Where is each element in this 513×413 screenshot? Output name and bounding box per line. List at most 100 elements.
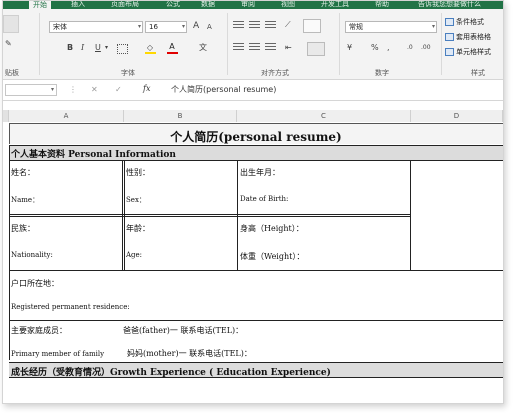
mother-contact[interactable]: 妈妈(mother)一 联系电话(TEL)： bbox=[127, 348, 252, 359]
chevron-down-icon[interactable]: ▾ bbox=[182, 22, 185, 32]
font-color-icon[interactable]: A bbox=[167, 42, 178, 54]
chevron-down-icon[interactable]: ▾ bbox=[51, 86, 54, 93]
chevron-down-icon[interactable]: ▾ bbox=[105, 43, 108, 53]
column-header-c[interactable]: C bbox=[237, 110, 411, 122]
ribbon-home: ✎ 贴板 宋体 ▾ 16 ▾ A A B I U ▾ ◇ A 文 字体 ⟋ ⇤ … bbox=[3, 9, 503, 80]
tab-home[interactable]: 开始 bbox=[29, 1, 51, 9]
age-label-en[interactable]: Age: bbox=[126, 251, 142, 259]
comma-button[interactable]: , bbox=[387, 43, 390, 53]
chevron-down-icon[interactable]: ▾ bbox=[432, 22, 435, 32]
resume-title[interactable]: 个人简历(personal resume) bbox=[9, 128, 503, 145]
border-line bbox=[9, 145, 10, 360]
align-right-icon[interactable] bbox=[265, 43, 276, 52]
number-format-value: 常规 bbox=[349, 23, 363, 31]
dob-label-cn[interactable]: 出生年月： bbox=[240, 167, 280, 178]
excel-window: 开始 插入 页面布局 公式 数据 审阅 视图 开发工具 帮助 告诉我您想要做什么… bbox=[2, 0, 504, 404]
enter-check-icon[interactable]: ✓ bbox=[115, 85, 122, 94]
align-bottom-icon[interactable] bbox=[265, 21, 276, 30]
dob-label-en[interactable]: Date of Birth: bbox=[240, 195, 288, 203]
shrink-font-button[interactable]: A bbox=[207, 22, 212, 32]
section-personal-info[interactable]: 个人基本资料 Personal Information bbox=[11, 147, 176, 160]
nationality-label-en[interactable]: Nationality: bbox=[11, 251, 53, 259]
conditional-format-icon bbox=[445, 18, 454, 26]
orientation-icon[interactable]: ⟋ bbox=[285, 20, 291, 30]
borders-icon[interactable] bbox=[117, 44, 128, 54]
name-label-cn[interactable]: 姓名： bbox=[11, 167, 35, 178]
father-contact[interactable]: 爸爸(father)一 联系电话(TEL)： bbox=[123, 325, 243, 336]
font-size-combobox[interactable]: 16 ▾ bbox=[145, 21, 187, 33]
chevron-down-icon[interactable]: ▾ bbox=[138, 22, 141, 32]
group-divider bbox=[227, 13, 228, 75]
residence-label-en[interactable]: Registered permanent residence: bbox=[11, 303, 130, 311]
tab-page-layout[interactable]: 页面布局 bbox=[111, 1, 139, 8]
group-label-font: 字体 bbox=[121, 69, 135, 77]
formula-bar: ▾ ⋮ ✕ ✓ fx 个人简历(personal resume) bbox=[3, 80, 503, 101]
group-divider bbox=[39, 13, 40, 75]
border-line bbox=[9, 320, 503, 321]
cancel-icon[interactable]: ✕ bbox=[91, 85, 98, 94]
column-header-a[interactable]: A bbox=[9, 110, 124, 122]
border-line bbox=[122, 160, 123, 270]
sex-label-cn[interactable]: 性别： bbox=[126, 167, 150, 178]
decrease-decimal-icon[interactable]: .00 bbox=[421, 43, 431, 53]
formula-input[interactable]: 个人简历(personal resume) bbox=[171, 84, 276, 95]
tab-view[interactable]: 视图 bbox=[281, 1, 295, 8]
residence-label-cn[interactable]: 户口所在地： bbox=[11, 278, 59, 289]
tell-me-search[interactable]: 告诉我您想要做什么 bbox=[418, 1, 481, 8]
tab-formulas[interactable]: 公式 bbox=[166, 1, 180, 8]
tab-review[interactable]: 审阅 bbox=[241, 1, 255, 8]
border-line bbox=[237, 160, 238, 270]
tab-insert[interactable]: 插入 bbox=[71, 1, 85, 8]
font-name-combobox[interactable]: 宋体 ▾ bbox=[49, 21, 143, 33]
name-label-en[interactable]: Name： bbox=[11, 195, 39, 205]
percent-button[interactable]: % bbox=[371, 43, 379, 53]
font-name-value: 宋体 bbox=[53, 23, 67, 31]
italic-button[interactable]: I bbox=[81, 43, 84, 53]
sex-label-en[interactable]: Sex： bbox=[126, 195, 146, 205]
worksheet[interactable]: 个人简历(personal resume) 个人基本资料 Personal In… bbox=[3, 122, 503, 403]
more-options-icon[interactable]: ⋮ bbox=[69, 85, 77, 94]
format-painter-icon[interactable]: ✎ bbox=[5, 39, 12, 49]
grow-font-button[interactable]: A bbox=[193, 21, 199, 31]
align-middle-icon[interactable] bbox=[249, 21, 260, 30]
table-icon bbox=[445, 33, 454, 41]
phonetic-icon[interactable]: 文 bbox=[199, 43, 207, 53]
align-center-icon[interactable] bbox=[249, 43, 260, 52]
number-format-combobox[interactable]: 常规 ▾ bbox=[345, 21, 437, 33]
increase-decimal-icon[interactable]: .0 bbox=[407, 43, 413, 53]
indent-icon[interactable]: ⇤ bbox=[285, 43, 292, 53]
ribbon-tab-strip: 开始 插入 页面布局 公式 数据 审阅 视图 开发工具 帮助 告诉我您想要做什么 bbox=[3, 1, 503, 9]
height-label[interactable]: 身高（Height）： bbox=[240, 223, 304, 234]
tab-help[interactable]: 帮助 bbox=[375, 1, 389, 8]
group-label-alignment: 对齐方式 bbox=[261, 69, 289, 77]
cell-styles-button[interactable]: 单元格样式 bbox=[445, 47, 491, 57]
conditional-formatting-button[interactable]: 条件格式 bbox=[445, 17, 484, 27]
group-label-number: 数字 bbox=[375, 69, 389, 77]
bold-button[interactable]: B bbox=[67, 43, 73, 53]
align-left-icon[interactable] bbox=[233, 43, 244, 52]
underline-button[interactable]: U bbox=[95, 43, 101, 53]
column-header-d[interactable]: D bbox=[411, 110, 503, 122]
format-as-table-button[interactable]: 套用表格格 bbox=[445, 32, 491, 42]
border-line bbox=[9, 214, 411, 215]
border-line bbox=[9, 145, 503, 146]
paste-button[interactable] bbox=[3, 15, 19, 33]
merge-center-button[interactable] bbox=[307, 42, 325, 56]
currency-icon[interactable]: ¥ bbox=[347, 43, 352, 53]
weight-label[interactable]: 体重（Weight）： bbox=[240, 251, 304, 262]
border-line bbox=[9, 123, 10, 144]
align-top-icon[interactable] bbox=[233, 21, 244, 30]
family-label-cn[interactable]: 主要家庭成员： bbox=[11, 325, 67, 336]
border-line bbox=[9, 377, 503, 378]
family-label-en[interactable]: Primary member of family bbox=[11, 350, 104, 358]
fill-color-icon[interactable]: ◇ bbox=[145, 43, 156, 54]
tab-data[interactable]: 数据 bbox=[201, 1, 215, 8]
name-box[interactable]: ▾ bbox=[5, 84, 57, 96]
nationality-label-cn[interactable]: 民族： bbox=[11, 223, 35, 234]
wrap-text-button[interactable] bbox=[303, 19, 321, 33]
age-label-cn[interactable]: 年龄： bbox=[126, 223, 150, 234]
insert-function-button[interactable]: fx bbox=[143, 84, 150, 93]
border-line bbox=[9, 160, 503, 161]
tab-developer[interactable]: 开发工具 bbox=[321, 1, 349, 8]
column-header-b[interactable]: B bbox=[124, 110, 237, 122]
